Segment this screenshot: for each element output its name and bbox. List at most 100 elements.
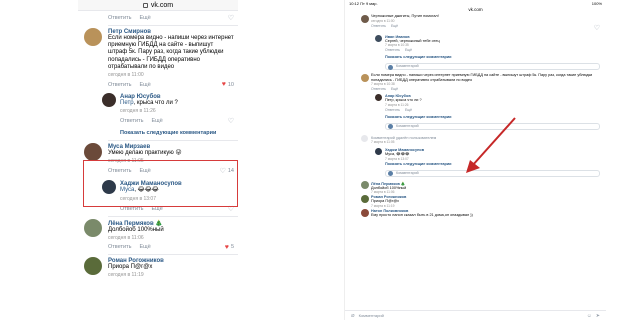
more-link[interactable]: Ещё bbox=[140, 244, 151, 250]
comment-reply-item: Хаджи Маманосупов Муса, 😂😂😂 7 марта в 13… bbox=[345, 147, 606, 161]
comment-time[interactable]: сегодня в 11:26 bbox=[120, 108, 234, 114]
comment-item: Петр Смирнов Если номера видно - напиши … bbox=[78, 26, 238, 91]
more-link[interactable]: Ещё bbox=[140, 82, 151, 88]
comment-author[interactable]: Лёна Пермяков 🎄 bbox=[108, 217, 234, 227]
like-button[interactable]: ♥ 5 bbox=[225, 244, 234, 251]
comment-text: Умею делаю практикую 😜 bbox=[108, 150, 182, 157]
avatar bbox=[388, 171, 393, 177]
highlight-frame bbox=[83, 160, 238, 207]
avatar[interactable] bbox=[361, 15, 369, 23]
comment-text: Если номера видно - напиши через интерне… bbox=[108, 35, 234, 70]
avatar[interactable] bbox=[84, 143, 102, 162]
browser-address-bar[interactable]: vk.com bbox=[78, 0, 238, 11]
avatar[interactable] bbox=[84, 28, 102, 46]
avatar bbox=[388, 124, 393, 130]
battery-level: 100% bbox=[591, 1, 602, 6]
comment-input[interactable]: Комментарий bbox=[385, 122, 600, 130]
reply-link[interactable]: Ответить bbox=[385, 108, 400, 112]
avatar[interactable] bbox=[375, 34, 382, 42]
heart-icon[interactable]: ♡ bbox=[228, 14, 234, 22]
comment-text: Ему просто ланон сказал быть в 21 дома,о… bbox=[371, 212, 473, 217]
deleted-avatar bbox=[361, 134, 368, 142]
avatar[interactable] bbox=[375, 147, 382, 155]
avatar[interactable] bbox=[361, 195, 369, 204]
more-link[interactable]: Ещё bbox=[405, 48, 412, 52]
comment-input[interactable]: Комментарий bbox=[385, 63, 600, 71]
comment-text: Петр, крыса что ли ? bbox=[120, 100, 178, 107]
comment-text: Долбойоб 100%ный bbox=[108, 226, 164, 233]
comment-actions: Ответить Ещё bbox=[385, 108, 600, 114]
show-more-comments[interactable]: Показать следующие комментарии bbox=[78, 128, 238, 140]
comment-reply-item: Анар Юсубов Петр, крыса что ли ? 7 марта… bbox=[345, 93, 606, 114]
mention-link[interactable]: Петр bbox=[120, 100, 134, 106]
heart-icon[interactable]: ♡ bbox=[594, 24, 600, 32]
reply-link[interactable]: Ответить bbox=[120, 118, 144, 124]
browser-address-bar[interactable]: vk.com bbox=[345, 7, 606, 14]
comment-actions: Ответить Ещё ♥ 10 bbox=[108, 81, 234, 91]
avatar[interactable] bbox=[361, 74, 369, 83]
avatar[interactable] bbox=[361, 208, 369, 217]
more-link[interactable]: Ещё bbox=[140, 15, 151, 21]
comment-item: Лёна Пермяков 🎄 Долбойоб 100%ный 7 марта… bbox=[345, 180, 606, 194]
paperclip-icon[interactable]: ⌀ bbox=[351, 312, 355, 319]
reply-link[interactable]: Ответить bbox=[108, 244, 132, 250]
comment-time[interactable]: сегодня в 11:19 bbox=[108, 272, 234, 278]
comment-actions: Ответить Ещё bbox=[385, 48, 600, 54]
comment-time[interactable]: 7 марта в 10:38 bbox=[371, 82, 600, 86]
comment-actions: Ответить Ещё ♡ bbox=[120, 117, 234, 128]
comment-author[interactable]: Роман Рогожников bbox=[108, 255, 234, 264]
more-link[interactable]: Ещё bbox=[152, 118, 163, 124]
comment-item: Роман Рогожников Приора П@г@х сегодня в … bbox=[78, 255, 238, 278]
comment-input[interactable]: Комментарий bbox=[385, 169, 600, 177]
comment-time: 7 марта в 11:05 bbox=[371, 139, 395, 144]
status-bar: 10:12 Пт 9 мар. 100% bbox=[345, 0, 606, 7]
comment-author[interactable]: Петр Смирнов bbox=[108, 26, 234, 35]
lock-icon bbox=[142, 2, 148, 8]
comment-time[interactable]: 7 марта в 11:26 bbox=[385, 103, 600, 107]
show-more-comments[interactable]: Показать следующие комментарии bbox=[345, 54, 606, 61]
show-more-comments[interactable]: Показать следующие комментарии bbox=[345, 161, 606, 168]
reply-link[interactable]: Ответить bbox=[108, 15, 132, 21]
comment-time[interactable]: сегодня в 11:00 bbox=[371, 19, 600, 23]
url-text: vk.com bbox=[150, 1, 174, 9]
avatar[interactable] bbox=[361, 180, 369, 189]
reply-link[interactable]: Ответить bbox=[371, 87, 386, 91]
heart-filled-icon: ♥ bbox=[221, 81, 226, 89]
send-icon[interactable]: ➤ bbox=[596, 313, 600, 319]
comment-text: Приора П@г@х bbox=[108, 263, 153, 270]
like-button[interactable]: ♥ 10 bbox=[222, 81, 234, 88]
reply-link[interactable]: Ответить bbox=[108, 82, 132, 88]
avatar[interactable] bbox=[375, 94, 382, 102]
like-count: 10 bbox=[227, 81, 234, 88]
comment-author[interactable]: Анар Юсубов bbox=[120, 91, 234, 100]
tablet-screenshot: 10:12 Пт 9 мар. 100% vk.com Черножопые д… bbox=[344, 0, 606, 320]
comment-author[interactable]: Муса Мирзаев bbox=[108, 141, 234, 150]
comment-item: Лёна Пермяков 🎄 Долбойоб 100%ный сегодня… bbox=[78, 217, 238, 254]
heart-filled-icon: ♥ bbox=[224, 243, 229, 251]
deleted-comment: Комментарий удалён пользователем 7 марта… bbox=[345, 133, 606, 147]
emoji-icon[interactable]: ☺ bbox=[587, 313, 592, 319]
avatar[interactable] bbox=[102, 93, 116, 108]
comment-time[interactable]: 7 марта в 10:35 bbox=[385, 43, 600, 47]
comment-time[interactable]: сегодня в 11:06 bbox=[108, 235, 234, 241]
show-more-comments[interactable]: Показать следующие комментарии bbox=[345, 114, 606, 121]
reply-link[interactable]: Ответить bbox=[385, 48, 400, 52]
top-comment-actions: Ответить Ещё ♡ bbox=[78, 11, 238, 25]
avatar[interactable] bbox=[84, 256, 102, 275]
comment-actions: Ответить Ещё ♥ 5 bbox=[108, 244, 234, 254]
more-link[interactable]: Ещё bbox=[405, 108, 412, 112]
more-link[interactable]: Ещё bbox=[391, 87, 398, 91]
like-count: 5 bbox=[230, 244, 234, 251]
more-link[interactable]: Ещё bbox=[391, 24, 398, 32]
reply-link[interactable]: Ответить bbox=[371, 24, 386, 32]
comment-item: Черножопые джигиты, Путин помогал! сегод… bbox=[345, 14, 606, 34]
comment-time[interactable]: 7 марта в 13:07 bbox=[385, 157, 600, 161]
avatar bbox=[388, 64, 393, 70]
avatar[interactable] bbox=[84, 218, 102, 237]
comment-compose-bar: ⌀ Комментарий ☺ ➤ bbox=[345, 310, 606, 320]
comment-time[interactable]: сегодня в 11:00 bbox=[108, 72, 234, 78]
heart-icon[interactable]: ♡ bbox=[228, 117, 234, 125]
compose-input[interactable]: Комментарий bbox=[359, 313, 583, 318]
comment-item: Если номера видно - напиши через интерне… bbox=[345, 73, 606, 93]
comment-reply-item: Иван Иванов Сергей, черножопый тебе отец… bbox=[345, 34, 606, 55]
